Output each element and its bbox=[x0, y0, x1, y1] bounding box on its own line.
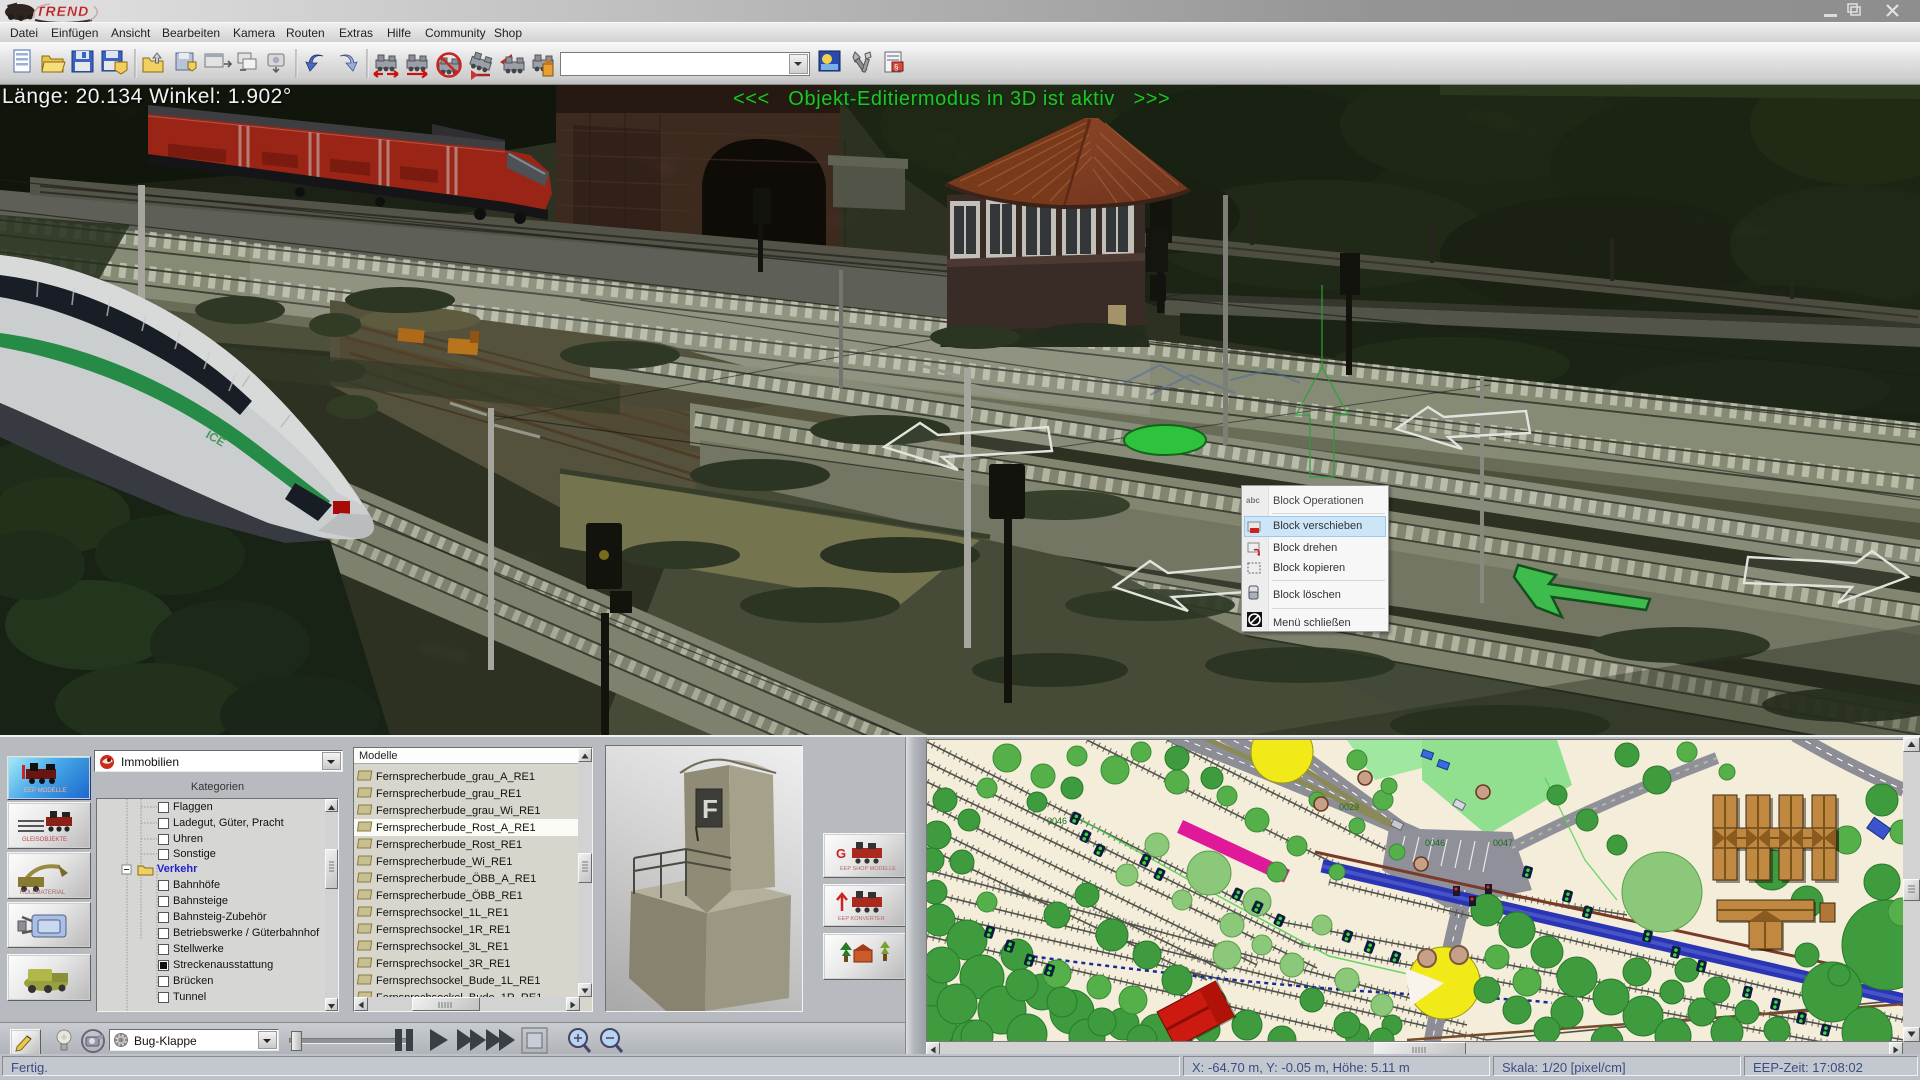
svg-text:ROLLMATERIAL: ROLLMATERIAL bbox=[20, 890, 66, 896]
svg-text:0046: 0046 bbox=[1425, 838, 1445, 848]
svg-text:G: G bbox=[836, 846, 846, 861]
svg-text:EEP SHOP MODELLE: EEP SHOP MODELLE bbox=[840, 866, 896, 872]
svg-text:EEP KONVERTER: EEP KONVERTER bbox=[838, 916, 885, 922]
svg-text:GLEISOBJEKTE: GLEISOBJEKTE bbox=[22, 837, 67, 843]
svg-text:0029: 0029 bbox=[1339, 802, 1359, 812]
svg-text:0047: 0047 bbox=[1493, 838, 1513, 848]
svg-text:0046: 0046 bbox=[1047, 816, 1067, 826]
svg-text:F: F bbox=[702, 794, 718, 824]
svg-text:abc: abc bbox=[1246, 496, 1260, 505]
svg-text:§: § bbox=[894, 63, 898, 72]
svg-text:EEP MODELLE: EEP MODELLE bbox=[24, 788, 66, 794]
